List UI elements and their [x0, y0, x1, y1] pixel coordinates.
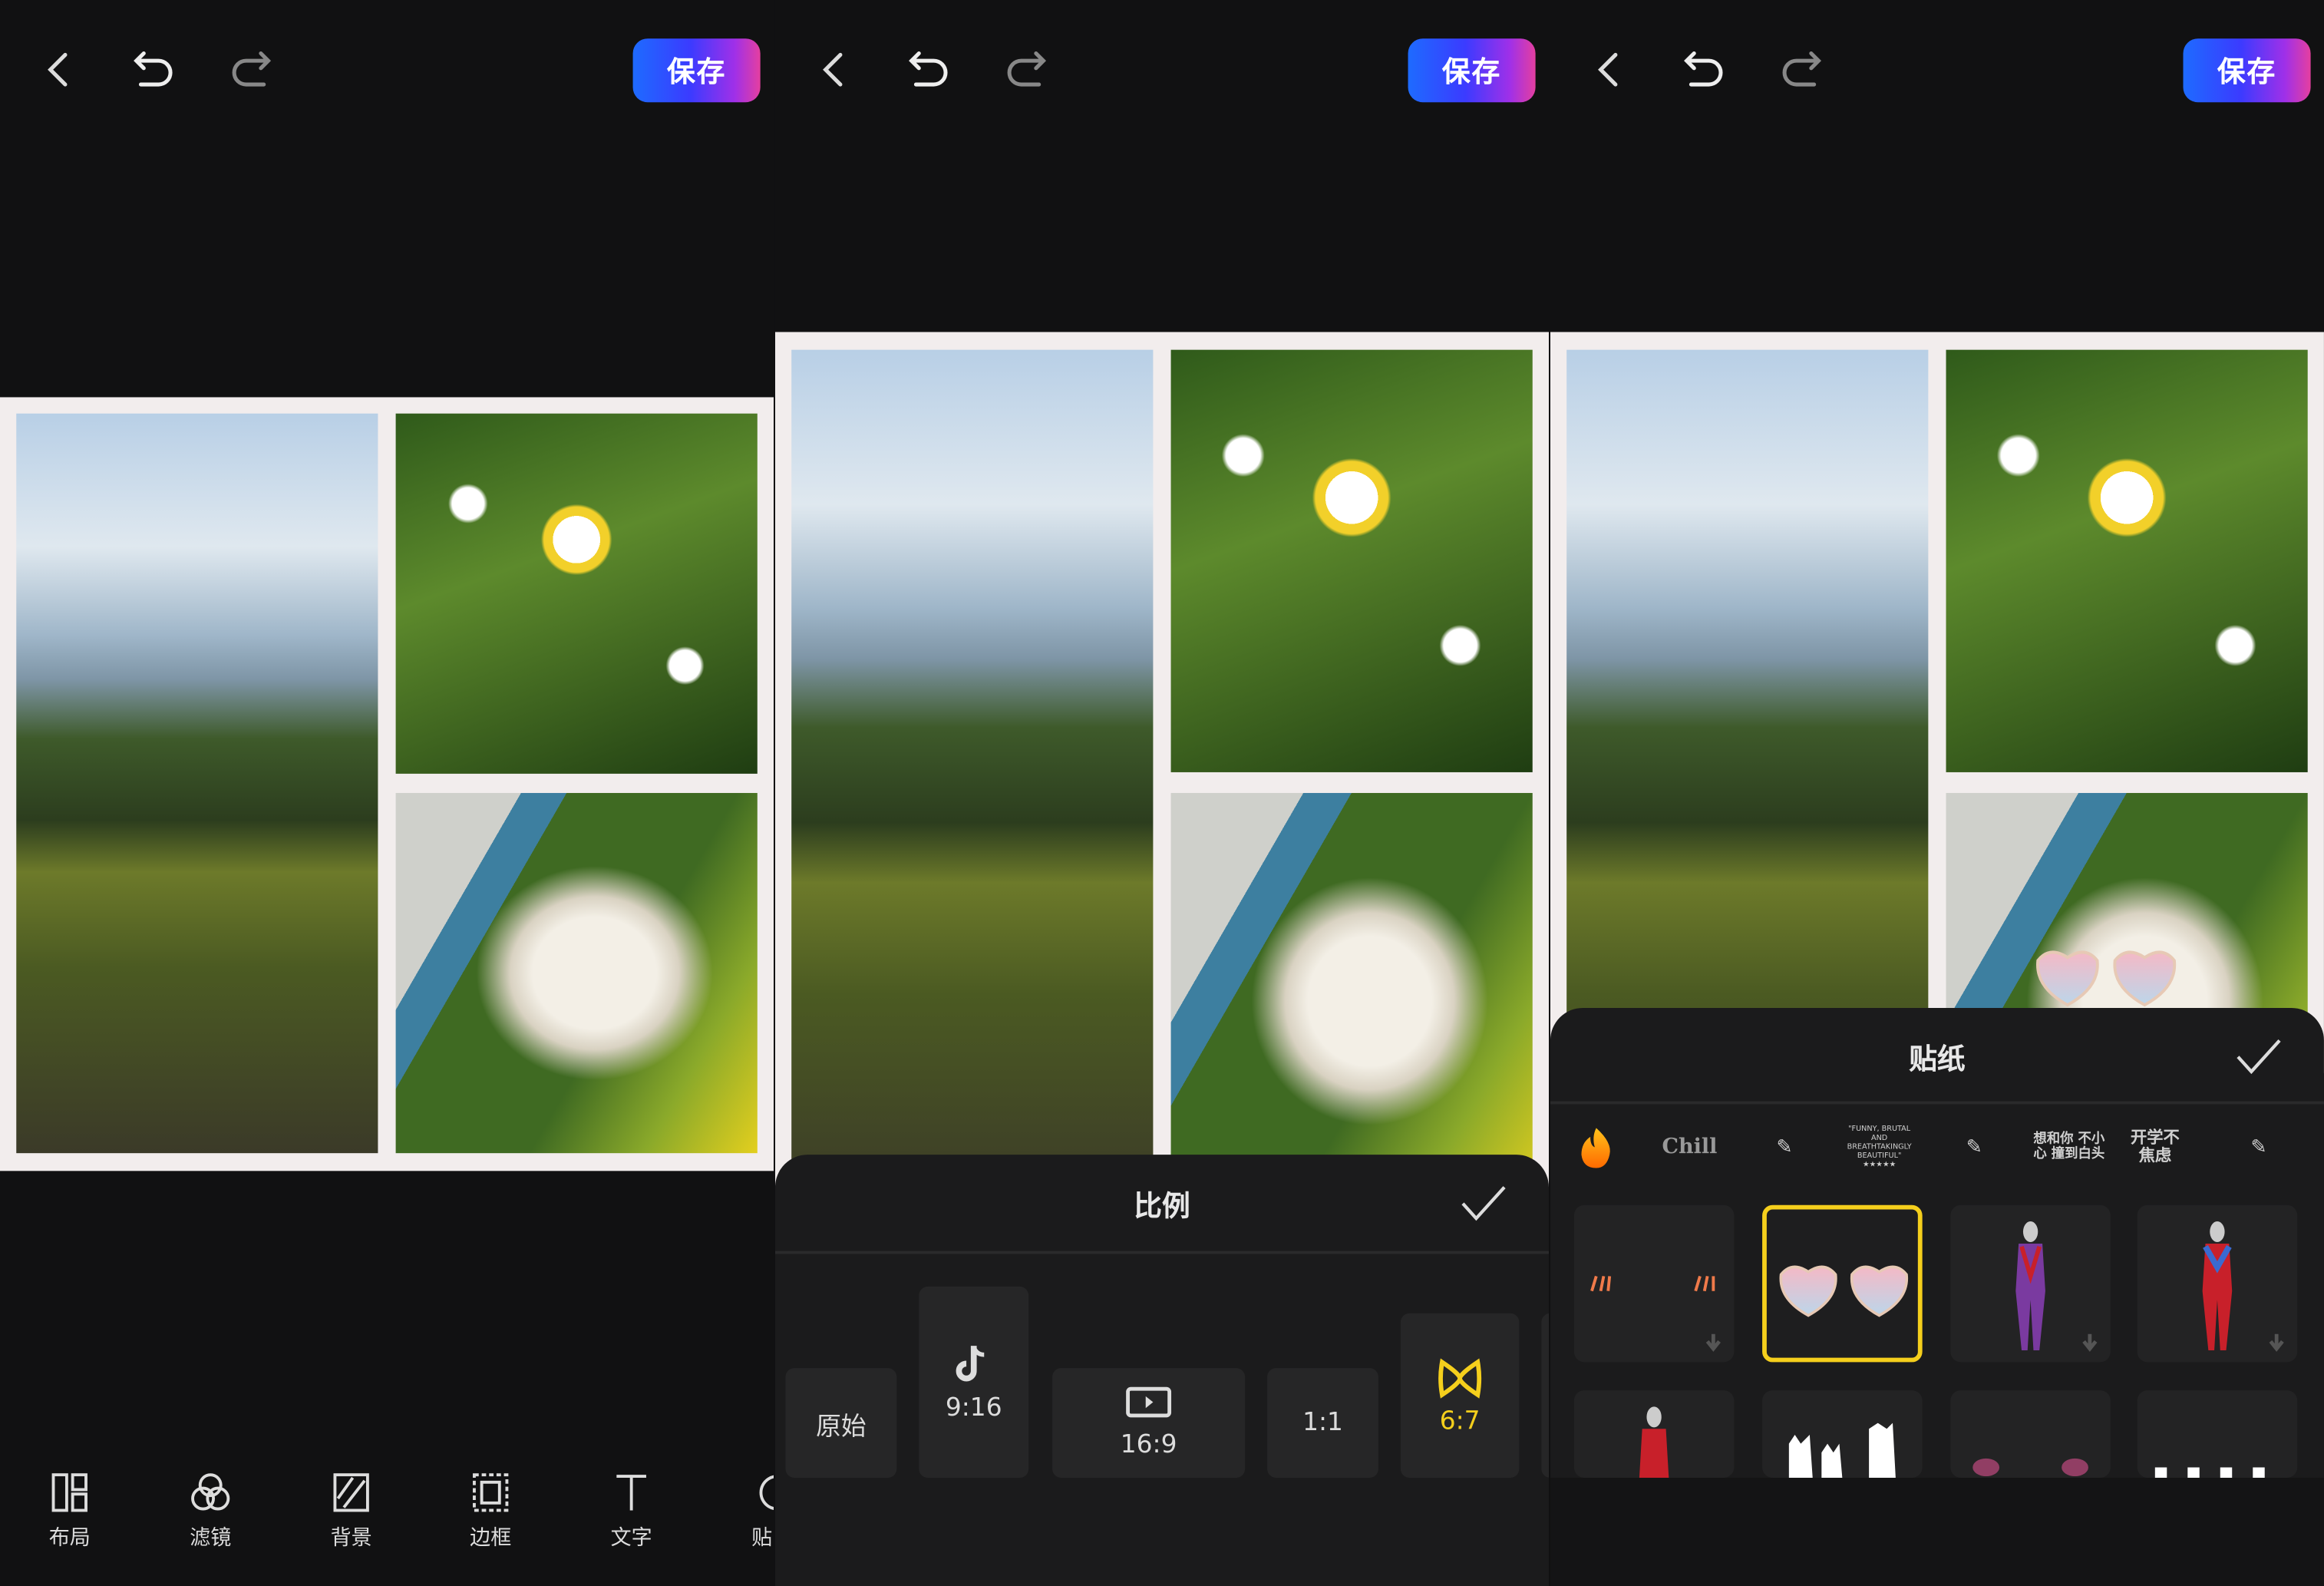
confirm-check-icon[interactable]	[1460, 1185, 1507, 1223]
ultraman-icon	[2015, 1221, 2045, 1350]
tool-filter[interactable]: 滤镜	[166, 1472, 255, 1551]
background-icon	[333, 1473, 369, 1512]
sticker-ultraman-3[interactable]	[1573, 1390, 1735, 1479]
collage-canvas[interactable]	[1550, 332, 2324, 1210]
sheet-title: 贴纸	[1909, 1043, 1966, 1076]
sticker-icon	[759, 1475, 774, 1510]
category-text-2[interactable]: 开学不 焦虑	[2125, 1122, 2184, 1173]
sticker-blush-marks[interactable]	[1573, 1204, 1735, 1363]
sticker-cats[interactable]	[1762, 1390, 1923, 1479]
tiktok-icon	[956, 1345, 985, 1381]
category-handwriting-1[interactable]: ✎	[1746, 1122, 1823, 1173]
divider	[774, 1251, 1549, 1254]
category-text: 想和你 不小心 撞到白头	[2033, 1132, 2105, 1162]
tool-label: 背景	[330, 1526, 372, 1551]
photo-daisies[interactable]	[395, 413, 758, 774]
editor-panel-layout: 保存 布局 滤镜 背景 边框 文字 贴	[0, 0, 774, 1586]
ratio-label: 9:16	[945, 1392, 1002, 1422]
sticker-ultraman-1[interactable]	[1950, 1204, 2111, 1363]
pink-blush-icon	[1972, 1458, 2088, 1477]
fire-icon	[1581, 1128, 1610, 1168]
back-icon[interactable]	[1583, 45, 1633, 95]
collage-canvas[interactable]	[774, 332, 1549, 1221]
redo-icon[interactable]	[226, 45, 276, 95]
photo-daisies[interactable]	[1946, 349, 2308, 772]
category-chill[interactable]: Chill	[1651, 1122, 1728, 1173]
photo-puppy[interactable]	[1170, 792, 1533, 1210]
blush-marks-icon	[1590, 1275, 1715, 1292]
tool-label: 边框	[470, 1526, 512, 1551]
placed-heart-glasses-sticker[interactable]	[2032, 946, 2180, 1008]
ratio-label: 16:9	[1120, 1430, 1177, 1460]
back-icon[interactable]	[32, 45, 83, 95]
ratio-9-16[interactable]: 9:16	[919, 1286, 1029, 1479]
tool-sticker[interactable]: 贴	[728, 1472, 774, 1551]
tool-text[interactable]: 文字	[587, 1472, 676, 1551]
tool-label: 布局	[48, 1526, 91, 1551]
cats-icon	[1788, 1422, 1896, 1479]
category-text: 开学不 焦虑	[2130, 1128, 2180, 1165]
category-text-1[interactable]: 想和你 不小心 撞到白头	[2032, 1122, 2107, 1173]
tool-layout[interactable]: 布局	[25, 1472, 114, 1551]
sheet-title: 比例	[1134, 1190, 1190, 1223]
photo-boy-bicycle[interactable]	[16, 413, 378, 1154]
tool-border[interactable]: 边框	[446, 1472, 535, 1551]
tool-label: 滤镜	[190, 1526, 232, 1551]
text-icon	[616, 1475, 646, 1511]
filter-icon	[191, 1473, 230, 1511]
divider	[1550, 1101, 2324, 1105]
tool-label: 贴	[751, 1526, 773, 1551]
redo-icon[interactable]	[1775, 45, 1826, 95]
editor-panel-ratio: 保存 比例 原始 9:16 16:9 1:1 6:7	[774, 0, 1549, 1586]
bottom-area	[1550, 1478, 2324, 1586]
back-icon[interactable]	[807, 45, 858, 95]
save-button[interactable]: 保存	[2183, 38, 2311, 103]
category-handwriting-2[interactable]: ✎	[1936, 1122, 2012, 1173]
cats-row-icon	[2154, 1467, 2265, 1479]
ratio-16-9[interactable]: 16:9	[1052, 1368, 1246, 1479]
ratio-label: 原始	[816, 1412, 867, 1442]
sticker-heart-glasses[interactable]	[1762, 1204, 1923, 1363]
ratio-next-partial[interactable]	[1541, 1313, 1549, 1479]
sticker-pink-blush[interactable]	[1950, 1390, 2111, 1479]
ratio-6-7[interactable]: 6:7	[1400, 1313, 1520, 1479]
ratio-1-1[interactable]: 1:1	[1267, 1368, 1378, 1479]
confirm-check-icon[interactable]	[2235, 1038, 2283, 1076]
save-button[interactable]: 保存	[632, 38, 761, 103]
download-icon[interactable]	[2081, 1333, 2098, 1353]
undo-icon[interactable]	[904, 45, 955, 95]
category-hot[interactable]	[1558, 1122, 1635, 1173]
save-button[interactable]: 保存	[1408, 38, 1536, 103]
infinity-icon	[1438, 1357, 1482, 1398]
sticker-ultraman-2[interactable]	[2137, 1204, 2298, 1363]
tool-background[interactable]: 背景	[307, 1472, 396, 1551]
redo-icon[interactable]	[1000, 45, 1051, 95]
ratio-label: 6:7	[1439, 1406, 1481, 1436]
category-text: "FUNNY, BRUTAL AND BREATHTAKINGLY BEAUTI…	[1847, 1125, 1912, 1170]
video-play-icon	[1126, 1386, 1172, 1418]
undo-icon[interactable]	[1679, 45, 1730, 95]
layout-icon	[51, 1473, 87, 1512]
ultraman-icon	[1639, 1406, 1669, 1479]
photo-boy-bicycle[interactable]	[791, 349, 1154, 1210]
category-review[interactable]: "FUNNY, BRUTAL AND BREATHTAKINGLY BEAUTI…	[1840, 1122, 1917, 1173]
collage-canvas[interactable]	[0, 397, 774, 1171]
photo-puppy[interactable]	[395, 792, 758, 1154]
heart-glasses-icon	[1779, 1265, 1909, 1317]
category-text: Chill	[1662, 1135, 1718, 1158]
ratio-label: 1:1	[1302, 1408, 1343, 1438]
sticker-cats-row[interactable]	[2137, 1390, 2298, 1479]
download-icon[interactable]	[1705, 1333, 1722, 1353]
undo-icon[interactable]	[129, 45, 180, 95]
photo-daisies[interactable]	[1170, 349, 1533, 772]
border-icon	[473, 1473, 509, 1512]
category-handwriting-3[interactable]: ✎	[2220, 1122, 2297, 1173]
ratio-sheet: 比例 原始 9:16 16:9 1:1 6:7	[774, 1155, 1549, 1586]
tool-label: 文字	[610, 1526, 652, 1551]
ultraman-icon	[2202, 1221, 2233, 1350]
download-icon[interactable]	[2268, 1333, 2286, 1353]
editor-panel-sticker: 保存 贴纸 Chill ✎ "FUNNY, BRUTAL AND BREATHT…	[1550, 0, 2324, 1586]
ratio-original[interactable]: 原始	[785, 1368, 897, 1479]
